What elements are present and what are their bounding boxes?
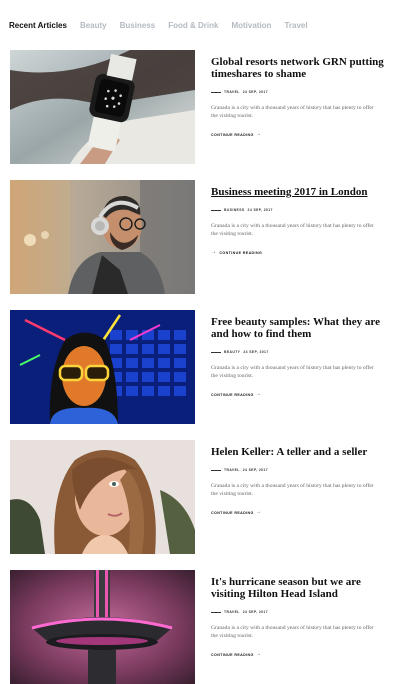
article-date: 24 Sep, 2017 xyxy=(247,208,273,212)
tab-travel[interactable]: Travel xyxy=(284,21,307,30)
article-excerpt: Granada is a city with a thousand years … xyxy=(211,365,374,379)
article-category[interactable]: Travel xyxy=(224,610,240,614)
tab-food-drink[interactable]: Food & Drink xyxy=(168,21,218,30)
arrow-right-icon: → xyxy=(255,391,262,397)
article-content: Global resorts network GRN putting times… xyxy=(211,50,395,137)
article-thumbnail[interactable] xyxy=(10,570,195,684)
article-date: 24 Sep, 2017 xyxy=(242,90,269,94)
article-thumbnail[interactable] xyxy=(10,180,195,294)
article-date: 24 Sep, 2017 xyxy=(243,350,269,354)
article-title[interactable]: Business meeting 2017 in London xyxy=(211,186,395,198)
article-title[interactable]: Global resorts network GRN putting times… xyxy=(211,56,395,80)
article-thumbnail[interactable] xyxy=(10,440,195,554)
arrow-right-icon: → xyxy=(255,509,262,515)
continue-reading-link[interactable]: Continue reading → xyxy=(211,510,395,515)
continue-reading-label: Continue reading xyxy=(219,250,263,255)
meta-divider xyxy=(211,611,221,613)
continue-reading-link[interactable]: Continue reading → xyxy=(211,132,395,137)
meta-divider xyxy=(211,91,221,93)
article-category[interactable]: Business xyxy=(224,208,245,212)
article-excerpt: Granada is a city with a thousand years … xyxy=(211,625,374,639)
observation-tower-image xyxy=(10,570,195,684)
article-card: Business meeting 2017 in London Business… xyxy=(10,180,395,294)
article-title[interactable]: It's hurricane season but we are visitin… xyxy=(211,576,395,600)
article-meta: Travel 24 Sep, 2017 xyxy=(211,608,395,616)
tab-motivation[interactable]: Motivation xyxy=(231,21,271,30)
article-thumbnail[interactable] xyxy=(10,50,195,164)
article-category[interactable]: Travel xyxy=(224,468,240,472)
tab-beauty[interactable]: Beauty xyxy=(80,21,107,30)
article-category[interactable]: Travel xyxy=(224,90,240,94)
arrow-right-icon: → xyxy=(255,651,262,657)
woman-portrait-image xyxy=(10,440,195,554)
meta-divider xyxy=(211,209,221,211)
man-headphones-image xyxy=(10,180,195,294)
continue-reading-label: Continue reading xyxy=(211,652,254,657)
article-meta: Travel 24 Sep, 2017 xyxy=(211,88,395,96)
article-content: Helen Keller: A teller and a seller Trav… xyxy=(211,440,395,515)
article-excerpt: Granada is a city with a thousand years … xyxy=(211,483,374,497)
article-meta: Beauty 24 Sep, 2017 xyxy=(211,348,395,356)
continue-reading-link[interactable]: Continue reading → xyxy=(211,392,395,397)
article-excerpt: Granada is a city with a thousand years … xyxy=(211,105,374,119)
article-content: Business meeting 2017 in London Business… xyxy=(211,180,395,255)
article-category[interactable]: Beauty xyxy=(224,350,240,354)
article-content: It's hurricane season but we are visitin… xyxy=(211,570,395,657)
arrow-right-icon: → xyxy=(211,249,217,255)
article-date: 24 Sep, 2017 xyxy=(242,468,269,472)
article-card: Helen Keller: A teller and a seller Trav… xyxy=(10,440,395,554)
article-thumbnail[interactable] xyxy=(10,310,195,424)
meta-divider xyxy=(211,351,221,353)
article-excerpt: Granada is a city with a thousand years … xyxy=(211,223,374,237)
category-tabs: Recent Articles Beauty Business Food & D… xyxy=(9,19,321,31)
article-meta: Business 24 Sep, 2017 xyxy=(211,206,395,214)
article-title[interactable]: Helen Keller: A teller and a seller xyxy=(211,446,395,458)
article-title[interactable]: Free beauty samples: What they are and h… xyxy=(211,316,395,340)
article-card: Free beauty samples: What they are and h… xyxy=(10,310,395,424)
meta-divider xyxy=(211,469,221,471)
neon-glasses-image xyxy=(10,310,195,424)
continue-reading-label: Continue reading xyxy=(211,392,254,397)
smartwatch-wrist-image xyxy=(10,50,195,164)
tab-recent-articles[interactable]: Recent Articles xyxy=(9,21,67,30)
article-card: Global resorts network GRN putting times… xyxy=(10,50,395,164)
arrow-right-icon: → xyxy=(255,131,262,137)
article-card: It's hurricane season but we are visitin… xyxy=(10,570,395,684)
article-content: Free beauty samples: What they are and h… xyxy=(211,310,395,397)
tab-business[interactable]: Business xyxy=(120,21,156,30)
continue-reading-link[interactable]: → Continue reading xyxy=(211,250,395,255)
article-date: 24 Sep, 2017 xyxy=(242,610,269,614)
continue-reading-link[interactable]: Continue reading → xyxy=(211,652,395,657)
article-meta: Travel 24 Sep, 2017 xyxy=(211,466,395,474)
continue-reading-label: Continue reading xyxy=(211,510,254,515)
continue-reading-label: Continue reading xyxy=(211,132,254,137)
